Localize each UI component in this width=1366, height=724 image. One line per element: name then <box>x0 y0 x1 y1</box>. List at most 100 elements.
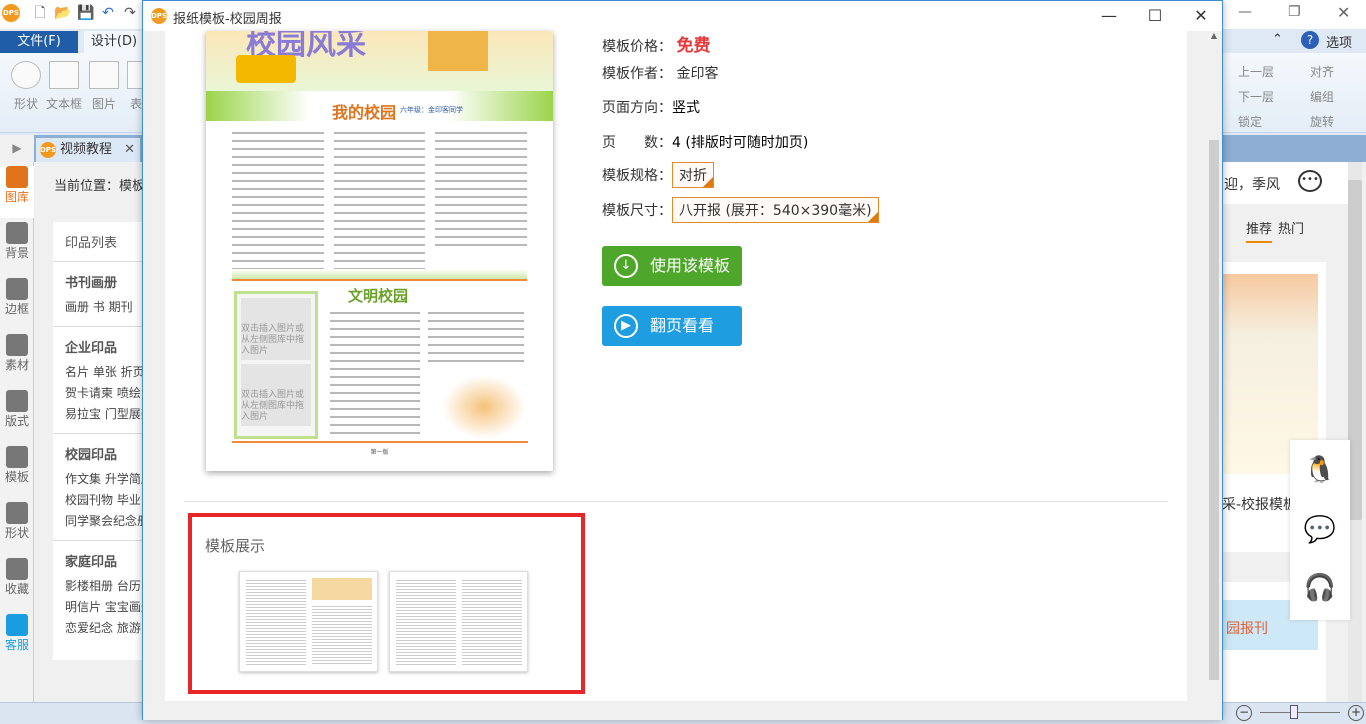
save-icon[interactable]: 💾 <box>77 5 94 21</box>
message-icon[interactable]: ••• <box>1298 170 1322 192</box>
category-links[interactable]: 易拉宝 门型展架 <box>65 404 153 425</box>
tool-template[interactable]: 模板 <box>0 446 34 498</box>
close-button[interactable]: ✕ <box>1178 1 1224 31</box>
scrollbar-thumb[interactable] <box>1209 140 1219 680</box>
image-button[interactable]: 图片 <box>84 61 124 112</box>
dialog-title-bar: DPS 报纸模板-校园周报 — ☐ ✕ <box>143 1 1222 31</box>
showcase-highlight: 模板展示 <box>188 513 585 694</box>
print-category: 企业印品名片 单张 折页 贺卡请柬 喷绘 易拉宝 门型展架 <box>53 326 153 433</box>
send-backward-button[interactable]: 下一层 <box>1238 88 1274 105</box>
qq-icon[interactable]: 🐧 <box>1290 440 1350 500</box>
flip-preview-button[interactable]: ▶ 翻页看看 <box>602 306 742 346</box>
category-links[interactable]: 校园刊物 毕业 <box>65 490 145 511</box>
size-option[interactable]: 八开报 (展开：540×390毫米) <box>672 197 879 223</box>
close-app-button[interactable]: ✕ <box>1337 3 1350 22</box>
collapse-ribbon-icon[interactable]: ⌃ <box>1272 32 1283 47</box>
headset-icon[interactable]: 🎧 <box>1290 558 1350 618</box>
zoom-slider[interactable] <box>1260 712 1340 713</box>
tool-favorites[interactable]: 收藏 <box>0 558 34 610</box>
tool-label: 背景 <box>4 246 29 260</box>
showcase-title: 模板展示 <box>205 537 266 555</box>
right-scrollbar[interactable] <box>1348 162 1362 702</box>
textbox-button[interactable]: 文本框 <box>44 61 84 112</box>
template-icon <box>6 446 28 468</box>
tool-background[interactable]: 背景 <box>0 222 34 274</box>
section-title: 我的校园 <box>332 103 397 122</box>
zoom-in-button[interactable]: + <box>1348 705 1364 721</box>
options-menu[interactable]: 选项 <box>1326 32 1352 51</box>
print-category: 家庭印品影楼相册 台历 明信片 宝宝画册 恋爱纪念 旅游 <box>53 540 153 647</box>
use-template-button[interactable]: ↓ 使用该模板 <box>602 246 742 286</box>
category-links[interactable]: 作文集 升学简历 <box>65 469 153 490</box>
close-tab-icon[interactable]: ✕ <box>124 142 135 157</box>
zoom-out-button[interactable]: − <box>1236 705 1252 721</box>
right-panel: 迎，季风 ••• 推荐 热门 采-校报模板 园报刊 <box>1222 162 1366 702</box>
dialog-scrollbar[interactable]: ▲ <box>1207 31 1221 701</box>
showcase-thumbnail[interactable] <box>389 571 528 672</box>
tool-customer-service[interactable]: 客服 <box>0 614 34 666</box>
undo-icon[interactable]: ↶ <box>100 5 116 21</box>
shape-button[interactable]: 形状 <box>6 61 46 112</box>
label: 模板规格： <box>602 168 672 184</box>
tool-label: 图库 <box>4 190 29 204</box>
image-placeholder[interactable]: 双击插入图片或从左侧图库中拖入图片 <box>241 364 311 426</box>
align-button[interactable]: 对齐 <box>1310 63 1334 80</box>
preview-banner: 校园风采 <box>206 31 553 91</box>
zoom-slider-handle[interactable] <box>1290 705 1298 719</box>
tool-shape[interactable]: 形状 <box>0 502 34 554</box>
label: 形状 <box>13 97 38 111</box>
doc-tab-video-tutorial[interactable]: DPS 视频教程 ✕ <box>36 138 140 162</box>
category-links[interactable]: 画册 书 期刊 <box>65 297 145 318</box>
tab-label: 视频教程 <box>60 142 113 157</box>
tab-popular[interactable]: 热门 <box>1278 218 1304 237</box>
label: 模板作者： <box>602 66 672 82</box>
pages-value: 4 (排版时可随时加页) <box>672 135 809 151</box>
bring-forward-button[interactable]: 上一层 <box>1238 63 1274 80</box>
minimize-app-button[interactable]: — <box>1238 4 1252 20</box>
tool-material[interactable]: 素材 <box>0 334 34 386</box>
tab-recommended[interactable]: 推荐 <box>1246 218 1273 243</box>
new-file-icon[interactable]: 🗋 <box>32 5 48 21</box>
section1-text <box>206 121 553 269</box>
size-row: 模板尺寸： 八开报 (展开：540×390毫米) <box>602 197 879 223</box>
byline: 六年级：金印客同学 <box>400 106 463 114</box>
maximize-button[interactable]: ☐ <box>1132 1 1178 31</box>
help-icon[interactable]: ? <box>1301 31 1319 49</box>
tool-label: 版式 <box>4 414 29 428</box>
category-links[interactable]: 贺卡请柬 喷绘 <box>65 383 145 404</box>
label: 页面方向： <box>602 100 672 116</box>
category-links[interactable]: 名片 单张 折页 <box>65 362 145 383</box>
group-button[interactable]: 编组 <box>1310 88 1334 105</box>
lock-button[interactable]: 锁定 <box>1238 113 1262 130</box>
rotate-button[interactable]: 旋转 <box>1310 113 1334 130</box>
category-title[interactable]: 校园印品 <box>65 444 145 463</box>
dps-icon: DPS <box>151 8 167 24</box>
category-links[interactable]: 影楼相册 台历 <box>65 576 145 597</box>
tab-file[interactable]: 文件(F) <box>0 31 78 53</box>
label: 模板价格： <box>602 39 672 55</box>
image-placeholder[interactable]: 双击插入图片或从左侧图库中拖入图片 <box>241 298 311 360</box>
category-links[interactable]: 恋爱纪念 旅游 <box>65 618 145 639</box>
open-folder-icon[interactable]: 📂 <box>54 5 71 21</box>
tab-design[interactable]: 设计(D) <box>84 31 144 53</box>
tool-image-library[interactable]: 图库 <box>0 166 34 218</box>
redo-icon[interactable]: ↷ <box>122 5 138 21</box>
minimize-button[interactable]: — <box>1086 1 1132 31</box>
restore-app-button[interactable]: ❐ <box>1288 4 1301 20</box>
template-dialog: DPS 报纸模板-校园周报 — ☐ ✕ 校园风采 我的校园 六年级：金印客同学 <box>142 0 1223 720</box>
category-title[interactable]: 书刊画册 <box>65 272 145 291</box>
category-links[interactable]: 明信片 宝宝画册 <box>65 597 153 618</box>
tool-border[interactable]: 边框 <box>0 278 34 330</box>
spec-option[interactable]: 对折 <box>672 162 714 188</box>
category-links[interactable]: 同学聚会纪念册 <box>65 511 149 532</box>
category-title[interactable]: 企业印品 <box>65 337 145 356</box>
wechat-icon[interactable]: 💬 <box>1290 500 1350 560</box>
author-value: 金印客 <box>676 66 719 82</box>
category-title[interactable]: 家庭印品 <box>65 551 145 570</box>
image-placeholder-frame: 双击插入图片或从左侧图库中拖入图片 双击插入图片或从左侧图库中拖入图片 <box>234 291 318 439</box>
label: 图片 <box>91 97 116 111</box>
tool-layout[interactable]: 版式 <box>0 390 34 442</box>
showcase-thumbnail[interactable] <box>239 571 378 672</box>
expand-panel-icon[interactable]: ▶ <box>0 135 34 162</box>
pages-row: 页 数：4 (排版时可随时加页) <box>602 132 808 152</box>
